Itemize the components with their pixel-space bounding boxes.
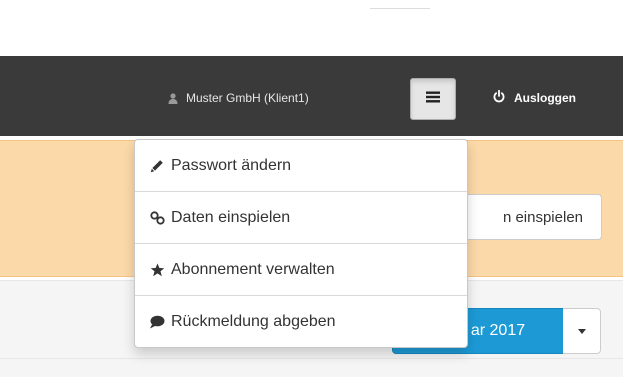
top-strip xyxy=(0,0,623,56)
user-menu-dropdown: Passwort ändern Daten einspielen Abonnem… xyxy=(134,139,468,348)
star-icon xyxy=(149,262,165,278)
menu-item-label: Rückmeldung abgeben xyxy=(171,312,336,330)
menu-item-label: Abonnement verwalten xyxy=(171,260,335,278)
pencil-icon xyxy=(149,158,165,174)
caret-down-icon xyxy=(577,328,586,334)
power-icon xyxy=(493,89,505,106)
hamburger-icon xyxy=(426,90,440,108)
menu-item-give-feedback[interactable]: Rückmeldung abgeben xyxy=(135,296,467,347)
user-label: Muster GmbH (Klient1) xyxy=(186,91,309,105)
top-divider xyxy=(370,0,430,9)
period-label: ar 2017 xyxy=(470,322,526,339)
divider xyxy=(0,358,623,359)
logout-link[interactable]: Ausloggen xyxy=(493,88,576,108)
user-icon xyxy=(168,92,178,104)
menu-item-change-password[interactable]: Passwort ändern xyxy=(135,140,467,192)
link-icon xyxy=(149,210,165,226)
menu-item-label: Daten einspielen xyxy=(171,208,291,226)
menu-item-label: Passwort ändern xyxy=(171,156,292,174)
period-dropdown-toggle[interactable] xyxy=(563,308,601,354)
menu-toggle-button[interactable] xyxy=(410,78,456,120)
logout-label: Ausloggen xyxy=(514,91,576,105)
comment-icon xyxy=(149,314,165,330)
menu-item-manage-subscription[interactable]: Abonnement verwalten xyxy=(135,244,467,296)
current-user: Muster GmbH (Klient1) xyxy=(168,88,309,108)
menu-item-import-data[interactable]: Daten einspielen xyxy=(135,192,467,244)
import-data-label: n einspielen xyxy=(502,208,583,226)
